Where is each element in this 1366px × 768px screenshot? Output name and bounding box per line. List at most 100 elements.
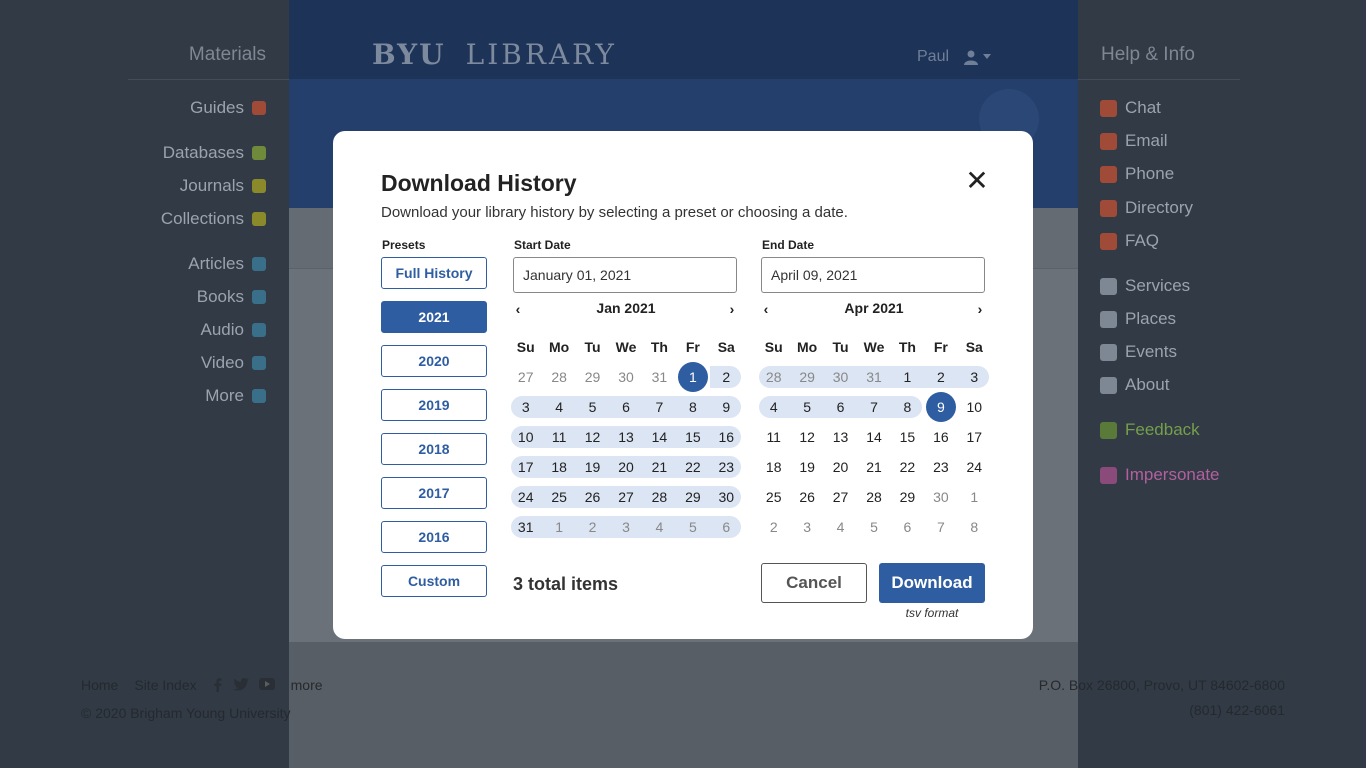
calendar-day[interactable]: 28 [542,362,575,392]
calendar-day[interactable]: 3 [790,512,823,542]
calendar-day[interactable]: 23 [709,452,743,482]
sidebar-item-collections[interactable]: Collections [161,209,266,229]
sidebar-item-about[interactable]: About [1100,375,1169,395]
twitter-icon[interactable] [232,678,249,691]
user-menu[interactable]: Paul [917,48,992,66]
sidebar-item-email[interactable]: Email [1100,131,1168,151]
calendar-day[interactable]: 14 [857,422,890,452]
calendar-day[interactable]: 15 [676,422,710,452]
calendar-day[interactable]: 7 [857,392,892,422]
calendar-day[interactable]: 19 [790,452,823,482]
calendar-day[interactable]: 10 [509,422,543,452]
calendar-day[interactable]: 4 [757,392,791,422]
sidebar-item-impersonate[interactable]: Impersonate [1100,465,1220,485]
calendar-day[interactable]: 1 [542,512,577,542]
calendar-day[interactable]: 20 [824,452,857,482]
sidebar-item-events[interactable]: Events [1100,342,1177,362]
calendar-day[interactable]: 12 [790,422,823,452]
calendar-day[interactable]: 16 [924,422,957,452]
calendar-day[interactable]: 20 [609,452,644,482]
sidebar-item-services[interactable]: Services [1100,276,1190,296]
calendar-day[interactable]: 2 [709,362,743,392]
calendar-day[interactable]: 29 [790,362,825,392]
sidebar-item-audio[interactable]: Audio [201,320,266,340]
calendar-day[interactable]: 5 [790,392,825,422]
preset-full-history-button[interactable]: Full History [381,257,487,289]
calendar-day[interactable]: 27 [824,482,857,512]
calendar-day[interactable]: 22 [891,452,924,482]
calendar-day[interactable]: 9 [924,392,957,422]
calendar-day[interactable]: 18 [757,452,790,482]
download-button[interactable]: Download [879,563,985,603]
sidebar-item-databases[interactable]: Databases [163,143,266,163]
calendar-day[interactable]: 7 [924,512,957,542]
calendar-day[interactable]: 3 [509,392,543,422]
calendar-day[interactable]: 8 [890,392,924,422]
end-date-input[interactable]: April 09, 2021 [761,257,985,293]
calendar-day[interactable]: 2 [575,512,610,542]
sidebar-item-video[interactable]: Video [201,353,266,373]
calendar-day[interactable]: 10 [958,392,991,422]
calendar-day[interactable]: 30 [709,482,743,512]
calendar-day[interactable]: 6 [709,512,743,542]
calendar-day[interactable]: 4 [824,512,857,542]
calendar-day[interactable]: 29 [676,482,710,512]
sidebar-item-journals[interactable]: Journals [180,176,266,196]
calendar-day[interactable]: 7 [642,392,677,422]
calendar-day[interactable]: 16 [709,422,743,452]
calendar-day[interactable]: 25 [542,482,577,512]
calendar-day[interactable]: 25 [757,482,790,512]
sidebar-item-articles[interactable]: Articles [188,254,266,274]
calendar-day[interactable]: 9 [709,392,743,422]
calendar-day[interactable]: 11 [757,422,790,452]
calendar-day[interactable]: 2 [757,512,790,542]
sidebar-item-directory[interactable]: Directory [1100,198,1193,218]
calendar-day[interactable]: 29 [891,482,924,512]
close-icon[interactable]: ✕ [965,167,989,195]
preset-custom-button[interactable]: Custom [381,565,487,597]
calendar-day[interactable]: 17 [958,422,991,452]
calendar-day[interactable]: 27 [509,362,542,392]
calendar-day[interactable]: 30 [823,362,858,392]
calendar-day[interactable]: 28 [757,362,791,392]
calendar-day[interactable]: 31 [857,362,892,392]
calendar-day[interactable]: 31 [509,512,543,542]
calendar-day[interactable]: 1 [890,362,925,392]
calendar-day[interactable]: 21 [857,452,890,482]
preset-2021-button[interactable]: 2021 [381,301,487,333]
preset-2018-button[interactable]: 2018 [381,433,487,465]
preset-2019-button[interactable]: 2019 [381,389,487,421]
calendar-day[interactable]: 3 [609,512,644,542]
calendar-day[interactable]: 26 [790,482,823,512]
next-month-start-icon[interactable]: › [723,300,741,318]
footer-more-link[interactable]: more [291,677,323,693]
calendar-day[interactable]: 3 [957,362,991,392]
calendar-day[interactable]: 6 [609,392,644,422]
calendar-day[interactable]: 17 [509,452,543,482]
calendar-day[interactable]: 24 [509,482,543,512]
calendar-day[interactable]: 11 [542,422,577,452]
calendar-day[interactable]: 27 [609,482,644,512]
calendar-day[interactable]: 22 [676,452,710,482]
sidebar-item-places[interactable]: Places [1100,309,1176,329]
calendar-day[interactable]: 5 [575,392,610,422]
footer-site-index-link[interactable]: Site Index [134,677,196,693]
calendar-day[interactable]: 13 [824,422,857,452]
sidebar-item-faq[interactable]: FAQ [1100,231,1159,251]
sidebar-item-feedback[interactable]: Feedback [1100,420,1200,440]
calendar-day[interactable]: 1 [958,482,991,512]
calendar-day[interactable]: 15 [891,422,924,452]
calendar-day[interactable]: 5 [857,512,890,542]
calendar-day[interactable]: 30 [609,362,642,392]
calendar-day[interactable]: 6 [823,392,858,422]
sidebar-item-phone[interactable]: Phone [1100,164,1174,184]
start-date-input[interactable]: January 01, 2021 [513,257,737,293]
footer-home-link[interactable]: Home [81,677,118,693]
calendar-day[interactable]: 5 [676,512,710,542]
calendar-day[interactable]: 6 [891,512,924,542]
calendar-day[interactable]: 13 [609,422,644,452]
calendar-day[interactable]: 18 [542,452,577,482]
calendar-day[interactable]: 30 [924,482,957,512]
byu-library-logo[interactable]: BYU LIBRARY [372,38,617,71]
facebook-icon[interactable] [213,678,223,692]
